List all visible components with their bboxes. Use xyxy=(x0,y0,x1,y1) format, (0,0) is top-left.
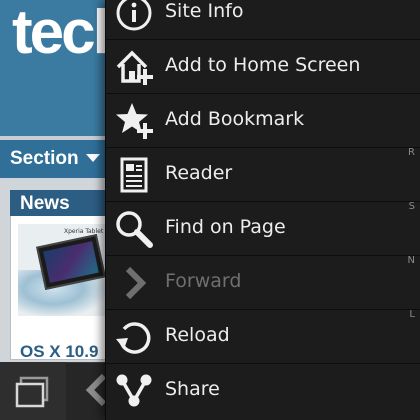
menu-item-add-bookmark[interactable]: Add Bookmark xyxy=(106,94,420,148)
reader-document-icon xyxy=(120,157,148,193)
caret-down-icon[interactable] xyxy=(86,154,100,162)
info-icon xyxy=(116,0,152,31)
tablet-screen xyxy=(43,241,99,283)
shortcut-key: L xyxy=(409,309,415,320)
news-heading: News xyxy=(20,193,70,214)
menu-item-share[interactable]: Share xyxy=(106,364,420,418)
article-headline[interactable]: OS X 10.9 xyxy=(20,342,98,362)
tabs-button[interactable] xyxy=(0,362,66,420)
magnifier-icon xyxy=(116,211,153,248)
shortcut-key: N xyxy=(407,255,415,266)
shortcut-key: R xyxy=(408,147,415,158)
tabs-icon xyxy=(15,376,49,408)
add-to-home-icon xyxy=(116,50,153,85)
overflow-menu: Site Info Add to Home Screen Add Bookmar… xyxy=(105,0,420,420)
menu-item-label: Reload xyxy=(165,324,230,346)
section-menu-label[interactable]: Section xyxy=(10,148,79,170)
menu-item-label: Find on Page xyxy=(165,216,286,238)
menu-item-label: Share xyxy=(165,378,220,400)
add-bookmark-star-icon xyxy=(116,103,153,139)
shortcut-key: S xyxy=(408,201,415,212)
reload-icon xyxy=(116,322,151,354)
menu-item-site-info[interactable]: Site Info xyxy=(106,0,420,40)
menu-item-forward: N Forward xyxy=(106,255,420,310)
thumbnail-caption: Xperia Tablet xyxy=(64,228,104,235)
menu-item-label: Add to Home Screen xyxy=(165,54,361,76)
menu-item-label: Reader xyxy=(165,162,233,184)
menu-item-label: Site Info xyxy=(165,0,244,22)
menu-item-reload[interactable]: L Reload xyxy=(106,309,420,364)
forward-chevron-icon xyxy=(125,266,147,300)
menu-item-label: Add Bookmark xyxy=(165,108,305,130)
menu-item-label: Forward xyxy=(165,270,242,292)
menu-item-reader[interactable]: R Reader xyxy=(106,147,420,202)
menu-item-find-on-page[interactable]: S Find on Page xyxy=(106,201,420,256)
news-thumbnail[interactable]: Xperia Tablet xyxy=(18,224,106,316)
share-icon xyxy=(116,374,152,407)
menu-item-add-to-home-screen[interactable]: Add to Home Screen xyxy=(106,40,420,94)
